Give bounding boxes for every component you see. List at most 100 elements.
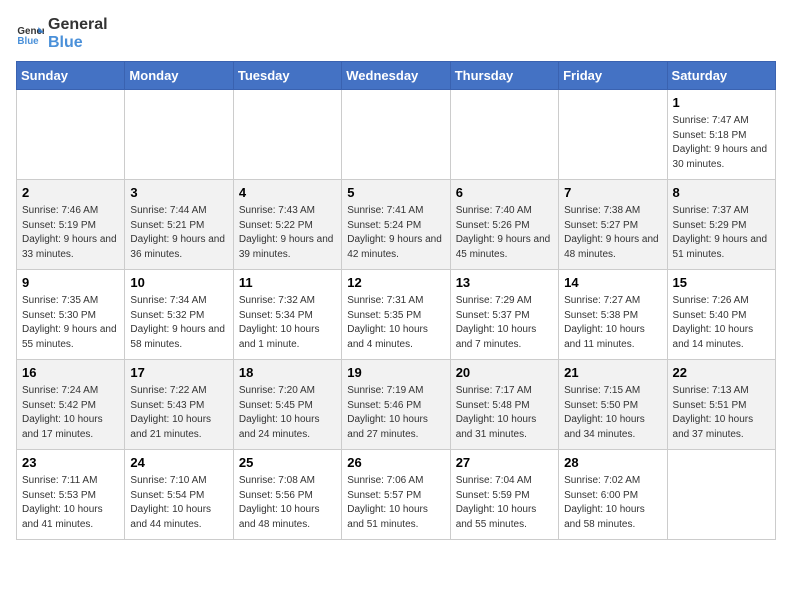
day-info: Sunrise: 7:47 AM Sunset: 5:18 PM Dayligh…	[673, 114, 770, 172]
day-info: Sunrise: 7:41 AM Sunset: 5:24 PM Dayligh…	[347, 204, 444, 262]
day-info: Sunrise: 7:24 AM Sunset: 5:42 PM Dayligh…	[22, 384, 119, 442]
day-number: 20	[456, 364, 553, 382]
day-cell: 6 Sunrise: 7:40 AM Sunset: 5:26 PM Daylig…	[450, 180, 558, 270]
weekday-saturday: Saturday	[667, 62, 775, 90]
day-info: Sunrise: 7:38 AM Sunset: 5:27 PM Dayligh…	[564, 204, 661, 262]
day-cell: 12 Sunrise: 7:31 AM Sunset: 5:35 PM Dayli…	[342, 270, 450, 360]
weekday-tuesday: Tuesday	[233, 62, 341, 90]
day-cell	[450, 90, 558, 180]
day-cell	[667, 450, 775, 540]
day-cell	[342, 90, 450, 180]
logo: General Blue General Blue	[16, 16, 108, 51]
header: General Blue General Blue	[16, 16, 776, 51]
day-info: Sunrise: 7:29 AM Sunset: 5:37 PM Dayligh…	[456, 294, 553, 352]
day-number: 26	[347, 454, 444, 472]
day-cell: 11Sunrise: 7:32 AM Sunset: 5:34 PM Dayli…	[233, 270, 341, 360]
day-number: 1	[673, 94, 770, 112]
calendar-body: 1 Sunrise: 7:47 AM Sunset: 5:18 PM Daylig…	[17, 90, 776, 540]
weekday-friday: Friday	[559, 62, 667, 90]
weekday-wednesday: Wednesday	[342, 62, 450, 90]
day-info: Sunrise: 7:08 AM Sunset: 5:56 PM Dayligh…	[239, 474, 336, 532]
day-info: Sunrise: 7:20 AM Sunset: 5:45 PM Dayligh…	[239, 384, 336, 442]
week-row-2: 2 Sunrise: 7:46 AM Sunset: 5:19 PM Daylig…	[17, 180, 776, 270]
weekday-monday: Monday	[125, 62, 233, 90]
day-number: 28	[564, 454, 661, 472]
day-cell: 17 Sunrise: 7:22 AM Sunset: 5:43 PM Dayli…	[125, 360, 233, 450]
day-number: 10	[130, 274, 227, 292]
day-info: Sunrise: 7:44 AM Sunset: 5:21 PM Dayligh…	[130, 204, 227, 262]
day-cell: 27 Sunrise: 7:04 AM Sunset: 5:59 PM Dayli…	[450, 450, 558, 540]
day-cell: 21Sunrise: 7:15 AM Sunset: 5:50 PM Dayli…	[559, 360, 667, 450]
day-number: 4	[239, 184, 336, 202]
day-cell: 24 Sunrise: 7:10 AM Sunset: 5:54 PM Dayli…	[125, 450, 233, 540]
day-info: Sunrise: 7:27 AM Sunset: 5:38 PM Dayligh…	[564, 294, 661, 352]
day-cell: 25 Sunrise: 7:08 AM Sunset: 5:56 PM Dayli…	[233, 450, 341, 540]
day-info: Sunrise: 7:15 AM Sunset: 5:50 PM Dayligh…	[564, 384, 661, 442]
day-cell: 9Sunrise: 7:35 AM Sunset: 5:30 PM Daylig…	[17, 270, 125, 360]
day-cell: 5 Sunrise: 7:41 AM Sunset: 5:24 PM Daylig…	[342, 180, 450, 270]
day-number: 25	[239, 454, 336, 472]
day-number: 13	[456, 274, 553, 292]
day-info: Sunrise: 7:04 AM Sunset: 5:59 PM Dayligh…	[456, 474, 553, 532]
logo-blue-text: Blue	[48, 34, 108, 52]
logo-icon: General Blue	[16, 20, 44, 48]
day-cell: 28 Sunrise: 7:02 AM Sunset: 6:00 PM Dayli…	[559, 450, 667, 540]
day-number: 11	[239, 274, 336, 292]
day-info: Sunrise: 7:43 AM Sunset: 5:22 PM Dayligh…	[239, 204, 336, 262]
day-cell: 19Sunrise: 7:19 AM Sunset: 5:46 PM Dayli…	[342, 360, 450, 450]
day-number: 14	[564, 274, 661, 292]
logo-general-text: General	[48, 16, 108, 34]
day-cell: 10 Sunrise: 7:34 AM Sunset: 5:32 PM Dayli…	[125, 270, 233, 360]
weekday-header-row: SundayMondayTuesdayWednesdayThursdayFrid…	[17, 62, 776, 90]
day-info: Sunrise: 7:46 AM Sunset: 5:19 PM Dayligh…	[22, 204, 119, 262]
day-info: Sunrise: 7:10 AM Sunset: 5:54 PM Dayligh…	[130, 474, 227, 532]
day-cell: 16 Sunrise: 7:24 AM Sunset: 5:42 PM Dayli…	[17, 360, 125, 450]
day-number: 18	[239, 364, 336, 382]
day-info: Sunrise: 7:31 AM Sunset: 5:35 PM Dayligh…	[347, 294, 444, 352]
day-info: Sunrise: 7:11 AM Sunset: 5:53 PM Dayligh…	[22, 474, 119, 532]
day-info: Sunrise: 7:02 AM Sunset: 6:00 PM Dayligh…	[564, 474, 661, 532]
day-info: Sunrise: 7:34 AM Sunset: 5:32 PM Dayligh…	[130, 294, 227, 352]
day-number: 24	[130, 454, 227, 472]
day-number: 27	[456, 454, 553, 472]
day-number: 12	[347, 274, 444, 292]
day-info: Sunrise: 7:40 AM Sunset: 5:26 PM Dayligh…	[456, 204, 553, 262]
week-row-1: 1 Sunrise: 7:47 AM Sunset: 5:18 PM Daylig…	[17, 90, 776, 180]
day-info: Sunrise: 7:22 AM Sunset: 5:43 PM Dayligh…	[130, 384, 227, 442]
day-number: 7	[564, 184, 661, 202]
day-cell: 3Sunrise: 7:44 AM Sunset: 5:21 PM Daylig…	[125, 180, 233, 270]
day-cell: 26Sunrise: 7:06 AM Sunset: 5:57 PM Dayli…	[342, 450, 450, 540]
day-cell: 2 Sunrise: 7:46 AM Sunset: 5:19 PM Daylig…	[17, 180, 125, 270]
day-cell	[233, 90, 341, 180]
weekday-thursday: Thursday	[450, 62, 558, 90]
day-cell: 8 Sunrise: 7:37 AM Sunset: 5:29 PM Daylig…	[667, 180, 775, 270]
day-cell: 1 Sunrise: 7:47 AM Sunset: 5:18 PM Daylig…	[667, 90, 775, 180]
day-cell: 22 Sunrise: 7:13 AM Sunset: 5:51 PM Dayli…	[667, 360, 775, 450]
day-info: Sunrise: 7:19 AM Sunset: 5:46 PM Dayligh…	[347, 384, 444, 442]
day-cell	[559, 90, 667, 180]
week-row-4: 16 Sunrise: 7:24 AM Sunset: 5:42 PM Dayli…	[17, 360, 776, 450]
day-number: 5	[347, 184, 444, 202]
day-number: 22	[673, 364, 770, 382]
day-number: 6	[456, 184, 553, 202]
weekday-sunday: Sunday	[17, 62, 125, 90]
day-cell: 23Sunrise: 7:11 AM Sunset: 5:53 PM Dayli…	[17, 450, 125, 540]
day-number: 2	[22, 184, 119, 202]
day-number: 17	[130, 364, 227, 382]
day-cell: 18 Sunrise: 7:20 AM Sunset: 5:45 PM Dayli…	[233, 360, 341, 450]
day-info: Sunrise: 7:37 AM Sunset: 5:29 PM Dayligh…	[673, 204, 770, 262]
day-number: 16	[22, 364, 119, 382]
day-cell: 20 Sunrise: 7:17 AM Sunset: 5:48 PM Dayli…	[450, 360, 558, 450]
week-row-5: 23Sunrise: 7:11 AM Sunset: 5:53 PM Dayli…	[17, 450, 776, 540]
day-cell: 15Sunrise: 7:26 AM Sunset: 5:40 PM Dayli…	[667, 270, 775, 360]
day-number: 8	[673, 184, 770, 202]
day-cell: 7 Sunrise: 7:38 AM Sunset: 5:27 PM Daylig…	[559, 180, 667, 270]
day-cell: 4 Sunrise: 7:43 AM Sunset: 5:22 PM Daylig…	[233, 180, 341, 270]
week-row-3: 9Sunrise: 7:35 AM Sunset: 5:30 PM Daylig…	[17, 270, 776, 360]
day-info: Sunrise: 7:17 AM Sunset: 5:48 PM Dayligh…	[456, 384, 553, 442]
day-cell	[17, 90, 125, 180]
day-number: 9	[22, 274, 119, 292]
day-info: Sunrise: 7:26 AM Sunset: 5:40 PM Dayligh…	[673, 294, 770, 352]
day-cell	[125, 90, 233, 180]
day-info: Sunrise: 7:13 AM Sunset: 5:51 PM Dayligh…	[673, 384, 770, 442]
